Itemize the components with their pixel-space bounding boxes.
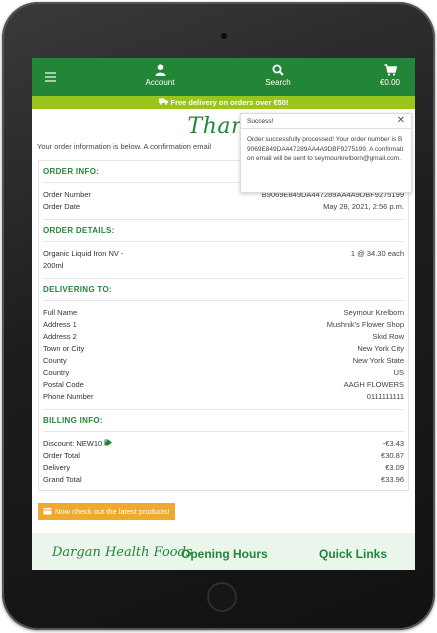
camera-icon xyxy=(220,32,228,40)
success-toast: Success! ✕ Order successfully processed!… xyxy=(240,113,412,193)
toast-header: Success! ✕ xyxy=(241,114,411,129)
toast-message: Order successfully processed! Your order… xyxy=(247,136,404,162)
order-date-row: Order Date May 28, 2021, 2:56 p.m. xyxy=(43,201,404,213)
delivery-value: Seymour Krelborn xyxy=(343,308,404,317)
delivery-row: Full Name Seymour Krelborn xyxy=(43,307,404,319)
footer-quick-links: Quick Links xyxy=(319,547,388,561)
delivery-cost-value: €3.09 xyxy=(385,463,404,472)
account-label: Account xyxy=(145,78,175,87)
grand-total-label: Grand Total xyxy=(43,475,82,484)
grand-total-value: €33.96 xyxy=(381,475,404,484)
cart-icon xyxy=(374,64,406,78)
footer-brand: Dargan Health Foods xyxy=(52,545,193,560)
truck-icon xyxy=(158,98,168,107)
search-label: Search xyxy=(265,78,291,87)
order-date-label: Order Date xyxy=(43,202,81,211)
order-item-qty: 1 @ 34.30 each xyxy=(350,249,404,258)
discount-label-wrap: Discount: NEW10 xyxy=(43,438,113,450)
delivery-row: County New York State xyxy=(43,355,404,367)
home-button[interactable] xyxy=(207,582,237,612)
delivery-value: AAGH FLOWERS xyxy=(343,380,404,389)
search-icon xyxy=(262,64,294,78)
delivery-value: Skid Row xyxy=(372,332,404,341)
delivery-value: Mushnik's Flower Shop xyxy=(326,320,404,329)
order-details-title: ORDER DETAILS: xyxy=(43,226,115,235)
toast-title: Success! xyxy=(247,117,274,125)
user-icon xyxy=(144,64,176,78)
delivery-value: New York State xyxy=(352,356,404,365)
item-name-text: Organic Liquid Iron NV - xyxy=(43,249,124,258)
tags-icon xyxy=(104,439,113,448)
delivery-label: Full Name xyxy=(43,308,78,317)
delivery-row: Country US xyxy=(43,367,404,379)
discount-label: Discount: NEW10 xyxy=(43,439,103,448)
navbar: Account Search €0.00 xyxy=(32,58,415,96)
screen: Account Search €0.00 Free delivery on or… xyxy=(32,58,415,570)
delivery-label: Country xyxy=(43,368,70,377)
order-item-name: Organic Liquid Iron NV - 200ml xyxy=(43,248,123,272)
delivery-label: Postal Code xyxy=(43,380,84,389)
latest-products-label: Now check out the latest products! xyxy=(55,507,170,516)
order-summary-card: ORDER INFO: Order Number B9069E849DA4472… xyxy=(38,160,409,491)
footer: Dargan Health Foods Opening Hours Quick … xyxy=(32,533,415,570)
delivery-label: Address 1 xyxy=(43,320,77,329)
delivery-label: Phone Number xyxy=(43,392,94,401)
delivery-row: Address 1 Mushnik's Flower Shop xyxy=(43,319,404,331)
order-total-label: Order Total xyxy=(43,451,80,460)
order-number-label: Order Number xyxy=(43,190,91,199)
delivery-value: New York City xyxy=(357,344,404,353)
order-item-row: Organic Liquid Iron NV - 200ml 1 @ 34.30… xyxy=(43,248,404,272)
cart-total: €0.00 xyxy=(379,78,401,87)
delivery-row: Postal Code AAGH FLOWERS xyxy=(43,379,404,391)
delivery-row: Town or City New York City xyxy=(43,343,404,355)
delivery-value: 0111111111 xyxy=(366,392,404,401)
order-total-value: €30.87 xyxy=(381,451,404,460)
search-button[interactable]: Search xyxy=(262,64,294,87)
discount-row: Discount: NEW10 -€3.43 xyxy=(43,438,404,450)
grand-total-row: Grand Total €33.96 xyxy=(43,474,404,486)
item-size-text: 200ml xyxy=(43,261,64,270)
delivery-value: US xyxy=(393,368,404,377)
cart-button[interactable]: €0.00 xyxy=(374,64,406,87)
delivering-title: DELIVERING TO: xyxy=(43,285,112,294)
order-date-value: May 28, 2021, 2:56 p.m. xyxy=(323,202,404,211)
delivery-label: County xyxy=(43,356,67,365)
hamburger-menu-icon[interactable] xyxy=(45,72,56,84)
close-icon[interactable]: ✕ xyxy=(397,116,405,126)
billing-title: BILLING INFO: xyxy=(43,416,103,425)
latest-products-button[interactable]: Now check out the latest products! xyxy=(38,503,175,520)
promo-banner: Free delivery on orders over €50! xyxy=(32,96,415,109)
shopping-bag-icon xyxy=(43,507,52,517)
delivery-row: Phone Number 0111111111 xyxy=(43,391,404,403)
promo-text: Free delivery on orders over €50! xyxy=(170,98,289,107)
delivery-cost-row: Delivery €3.09 xyxy=(43,462,404,474)
footer-opening-hours: Opening Hours xyxy=(181,547,268,561)
order-total-row: Order Total €30.87 xyxy=(43,450,404,462)
delivery-cost-label: Delivery xyxy=(43,463,71,472)
delivery-row: Address 2 Skid Row xyxy=(43,331,404,343)
delivery-label: Town or City xyxy=(43,344,85,353)
account-button[interactable]: Account xyxy=(144,64,176,87)
discount-value: -€3.43 xyxy=(382,439,404,448)
delivery-label: Address 2 xyxy=(43,332,77,341)
tablet-frame: Account Search €0.00 Free delivery on or… xyxy=(2,2,435,630)
